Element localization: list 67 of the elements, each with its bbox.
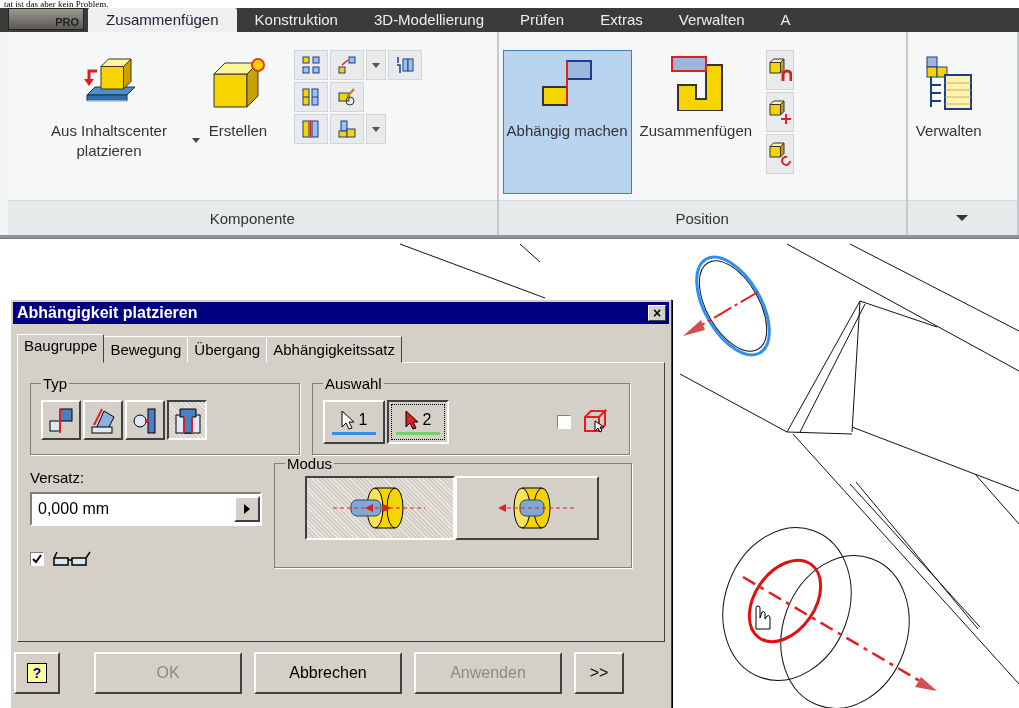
ribbon-tab[interactable]: Extras xyxy=(582,8,661,32)
caret-icon[interactable] xyxy=(956,215,969,221)
checkbox[interactable] xyxy=(557,415,571,429)
dialog-tab[interactable]: Bewegung xyxy=(103,336,189,363)
arrow-right-icon xyxy=(244,504,250,514)
tool-button[interactable] xyxy=(766,92,795,132)
constraint-type-button[interactable] xyxy=(167,400,207,440)
caret-icon xyxy=(372,62,380,68)
ribbon-button[interactable]: Erstellen xyxy=(204,50,272,194)
close-button[interactable]: × xyxy=(648,305,666,321)
ribbon-button[interactable]: Aus Inhaltscenter platzieren xyxy=(30,50,188,194)
dropdown-button[interactable] xyxy=(366,114,386,144)
offset-label: Versatz: xyxy=(30,469,86,486)
component-tool-icon xyxy=(337,119,357,139)
component-tool-icon xyxy=(337,55,357,75)
mode-button[interactable] xyxy=(305,476,455,540)
group-label: Auswahl xyxy=(324,375,383,392)
dialog-button[interactable]: Abbrechen xyxy=(254,652,402,694)
dialog-title: Abhängigkeit platzieren xyxy=(17,304,198,322)
group-label: Typ xyxy=(42,375,69,392)
ribbon-tab[interactable]: Verwalten xyxy=(660,8,763,32)
ribbon-button[interactable]: Abhängig machen xyxy=(502,50,632,194)
cursor-icon xyxy=(404,409,419,430)
component-tool-icon xyxy=(301,87,321,107)
ribbon-tab[interactable]: A xyxy=(762,8,809,32)
component-tool-icon xyxy=(395,55,415,75)
component-tool-icon xyxy=(301,119,321,139)
ribbon-tab[interactable]: Prüfen xyxy=(502,8,583,32)
ribbon-tab[interactable]: Konstruktion xyxy=(236,8,356,32)
cube-move-icon xyxy=(768,141,793,167)
tool-button[interactable] xyxy=(388,50,422,80)
tool-button[interactable] xyxy=(766,50,795,90)
page-text: tat ist das aber kein Problem. xyxy=(3,0,110,8)
selection-button[interactable]: 2 xyxy=(387,400,449,444)
hand-cursor-icon xyxy=(755,605,771,630)
group-title: Position xyxy=(675,209,729,227)
cube-cursor-icon xyxy=(583,409,609,435)
tool-button[interactable] xyxy=(330,82,364,112)
dialog-tab[interactable]: Übergang xyxy=(187,336,268,363)
ribbon-button[interactable]: Verwalten xyxy=(911,50,986,194)
constraint-type-icon xyxy=(172,405,202,435)
offset-field[interactable]: 0,000 mm xyxy=(30,492,262,526)
cursor-icon xyxy=(340,409,355,430)
ribbon-tab[interactable]: Zusammenfügen xyxy=(88,8,237,32)
cube-move-icon xyxy=(768,57,793,83)
glasses-icon xyxy=(52,550,92,568)
checkbox[interactable] xyxy=(30,552,44,566)
dropdown-button[interactable] xyxy=(366,50,386,80)
tool-button[interactable] xyxy=(294,114,328,144)
caret-icon xyxy=(372,126,380,132)
dialog-tab[interactable]: Baugruppe xyxy=(17,334,105,363)
constraint-type-icon xyxy=(46,405,76,435)
group-label: Modus xyxy=(286,455,334,472)
ribbon-tab[interactable]: 3D-Modellierung xyxy=(355,8,502,32)
tool-button[interactable] xyxy=(766,134,795,174)
dialog-button[interactable]: >> xyxy=(574,652,624,694)
dialog-tab[interactable]: Abhängigkeitssatz xyxy=(266,336,402,363)
help-button[interactable]: ? xyxy=(14,652,60,694)
selection-button[interactable]: 1 xyxy=(323,400,385,444)
group-title: Komponente xyxy=(209,209,295,227)
arrow-button[interactable] xyxy=(234,496,260,522)
cube-move-icon xyxy=(768,99,793,125)
ribbon-button[interactable]: Zusammenfügen xyxy=(635,50,757,194)
component-tool-icon xyxy=(301,55,321,75)
caret-icon[interactable] xyxy=(192,137,200,143)
tool-button[interactable] xyxy=(330,114,364,144)
component-tool-icon xyxy=(337,87,357,107)
